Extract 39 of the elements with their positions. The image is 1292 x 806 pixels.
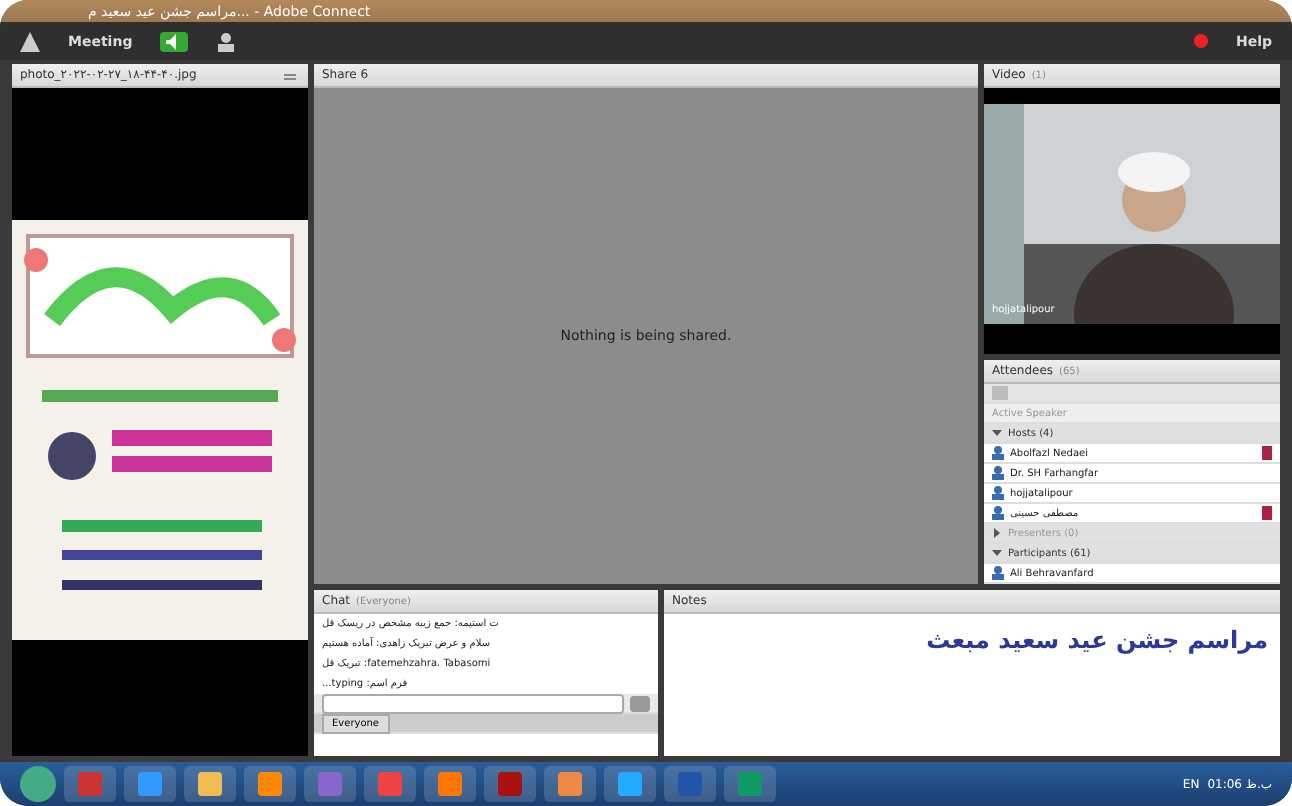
start-icon[interactable] bbox=[20, 766, 56, 802]
person-icon bbox=[992, 486, 1004, 500]
person-icon bbox=[992, 506, 1004, 520]
expand-icon[interactable] bbox=[992, 548, 1002, 558]
person-icon[interactable] bbox=[216, 31, 237, 51]
person-icon bbox=[992, 466, 1004, 480]
menu-icon[interactable] bbox=[284, 69, 300, 81]
app-icon bbox=[618, 772, 642, 796]
notes-text: مراسم جشن عید سعید مبعث bbox=[924, 624, 1270, 658]
taskbar-button[interactable] bbox=[724, 766, 776, 802]
app-icon bbox=[438, 772, 462, 796]
taskbar-button[interactable] bbox=[184, 766, 236, 802]
taskbar-button[interactable] bbox=[364, 766, 416, 802]
record-icon bbox=[1193, 34, 1208, 48]
taskbar-button[interactable] bbox=[424, 766, 476, 802]
send-icon[interactable] bbox=[630, 695, 650, 711]
speaker-icon[interactable] bbox=[160, 31, 189, 51]
taskbar-button[interactable] bbox=[484, 766, 536, 802]
taskbar-button[interactable] bbox=[124, 766, 176, 802]
chat-input[interactable] bbox=[322, 693, 624, 713]
expand-icon[interactable] bbox=[992, 528, 1002, 538]
app-icon bbox=[318, 772, 342, 796]
person-icon bbox=[992, 566, 1004, 580]
app-icon bbox=[198, 772, 222, 796]
expand-icon[interactable] bbox=[992, 428, 1002, 438]
app-icon bbox=[558, 772, 582, 796]
app-icon bbox=[738, 772, 762, 796]
app-icon bbox=[78, 772, 102, 796]
app-icon bbox=[138, 772, 162, 796]
app-icon bbox=[378, 772, 402, 796]
app-icon bbox=[498, 772, 522, 796]
taskbar-button[interactable] bbox=[604, 766, 656, 802]
logo-icon bbox=[20, 31, 40, 51]
taskbar-button[interactable] bbox=[304, 766, 356, 802]
app-icon bbox=[258, 772, 282, 796]
taskbar-button[interactable] bbox=[544, 766, 596, 802]
person-icon bbox=[992, 446, 1004, 460]
taskbar-button[interactable] bbox=[244, 766, 296, 802]
app-icon bbox=[678, 772, 702, 796]
